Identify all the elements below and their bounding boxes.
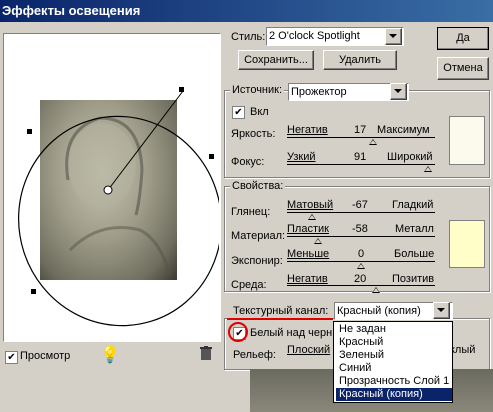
properties-group-label: Свойства: bbox=[230, 180, 286, 192]
material-value: -58 bbox=[352, 223, 368, 235]
relief-label: Рельеф: bbox=[233, 349, 276, 361]
exposure-left: Меньше bbox=[287, 248, 330, 260]
intensity-right: Максимум bbox=[377, 124, 430, 136]
intensity-slider-thumb[interactable] bbox=[368, 139, 377, 145]
style-dropdown-button[interactable] bbox=[385, 28, 402, 45]
style-value: 2 O'clock Spotlight bbox=[269, 30, 360, 42]
light-on-label: Вкл bbox=[250, 106, 269, 118]
relief-right: клый bbox=[450, 344, 476, 356]
texture-channel-dropdown-list[interactable]: Не задан Красный Зеленый Синий Прозрачно… bbox=[333, 321, 453, 403]
dropdown-option[interactable]: Не задан bbox=[336, 323, 452, 336]
material-label: Материал: bbox=[231, 230, 286, 242]
exposure-slider-track[interactable] bbox=[287, 261, 435, 262]
preview-label: Просмотр bbox=[20, 350, 71, 362]
gloss-slider-track[interactable] bbox=[287, 212, 435, 213]
intensity-left: Негатив bbox=[287, 124, 328, 136]
gloss-label: Глянец: bbox=[231, 206, 271, 218]
title-bar: Эффекты освещения bbox=[0, 0, 493, 22]
style-label: Стиль: bbox=[231, 31, 266, 43]
light-center-handle bbox=[103, 185, 113, 195]
dropdown-option-selected[interactable]: Красный (копия) bbox=[336, 388, 452, 401]
save-button[interactable]: Сохранить... bbox=[238, 50, 314, 70]
ambience-slider-track[interactable] bbox=[287, 285, 435, 286]
material-slider-track[interactable] bbox=[287, 236, 435, 237]
exposure-right: Больше bbox=[394, 248, 435, 260]
gloss-left: Матовый bbox=[287, 199, 334, 211]
material-left: Пластик bbox=[287, 223, 329, 235]
focus-right: Широкий bbox=[387, 151, 433, 163]
cancel-button[interactable]: Отмена bbox=[437, 57, 489, 80]
intensity-value: 17 bbox=[354, 124, 367, 136]
window-title: Эффекты освещения bbox=[2, 3, 141, 18]
texture-label-underline bbox=[227, 318, 333, 320]
white-high-label: Белый над черн bbox=[250, 327, 333, 339]
ambience-right: Позитив bbox=[392, 273, 435, 285]
dropdown-option[interactable]: Прозрачность Слой 1 bbox=[336, 375, 452, 388]
intensity-label: Яркость: bbox=[231, 128, 276, 140]
ambience-value: 20 bbox=[354, 273, 367, 285]
material-right: Металл bbox=[395, 223, 434, 235]
light-direction-handle bbox=[179, 87, 184, 92]
ambience-left: Негатив bbox=[287, 273, 328, 285]
intensity-slider-track[interactable] bbox=[287, 137, 435, 138]
light-type-dropdown-button[interactable] bbox=[390, 83, 407, 100]
texture-dropdown-button[interactable] bbox=[433, 302, 450, 319]
style-select[interactable]: 2 O'clock Spotlight bbox=[266, 27, 404, 46]
exposure-value: 0 bbox=[358, 248, 365, 260]
dropdown-option[interactable]: Красный bbox=[336, 336, 452, 349]
focus-slider-track[interactable] bbox=[287, 164, 435, 165]
delete-button[interactable]: Удалить bbox=[323, 50, 397, 70]
exposure-label: Экспонир: bbox=[231, 255, 283, 267]
ok-button[interactable]: Да bbox=[437, 27, 489, 50]
exposure-slider-thumb[interactable] bbox=[357, 263, 365, 269]
highlight-circle bbox=[228, 322, 248, 342]
dropdown-option[interactable]: Зеленый bbox=[336, 349, 452, 362]
gloss-right: Гладкий bbox=[392, 199, 434, 211]
preview-checkbox[interactable]: ✔ bbox=[5, 351, 18, 364]
texture-channel-value: Красный (копия) bbox=[337, 305, 421, 317]
source-group-label: Источник: bbox=[230, 84, 285, 96]
ambient-color-swatch[interactable] bbox=[449, 220, 485, 268]
focus-left: Узкий bbox=[287, 151, 316, 163]
focus-label: Фокус: bbox=[231, 156, 265, 168]
focus-slider-thumb[interactable] bbox=[423, 166, 432, 172]
focus-value: 91 bbox=[354, 151, 367, 163]
ambience-slider-thumb[interactable] bbox=[371, 287, 380, 293]
texture-channel-label: Текстурный канал: bbox=[233, 305, 329, 317]
lightbulb-icon[interactable]: 💡 bbox=[100, 345, 120, 365]
material-slider-thumb[interactable] bbox=[314, 238, 323, 244]
light-type-value: Прожектор bbox=[291, 86, 347, 98]
gloss-slider-thumb[interactable] bbox=[308, 214, 317, 220]
trash-icon[interactable] bbox=[200, 346, 212, 361]
light-on-checkbox[interactable]: ✔ bbox=[232, 106, 245, 119]
light-color-swatch[interactable] bbox=[449, 116, 485, 165]
relief-left: Плоский bbox=[287, 344, 331, 356]
ambience-label: Среда: bbox=[231, 279, 267, 291]
gloss-value: -67 bbox=[352, 199, 368, 211]
dropdown-option[interactable]: Синий bbox=[336, 362, 452, 375]
light-ellipse[interactable] bbox=[3, 33, 219, 340]
